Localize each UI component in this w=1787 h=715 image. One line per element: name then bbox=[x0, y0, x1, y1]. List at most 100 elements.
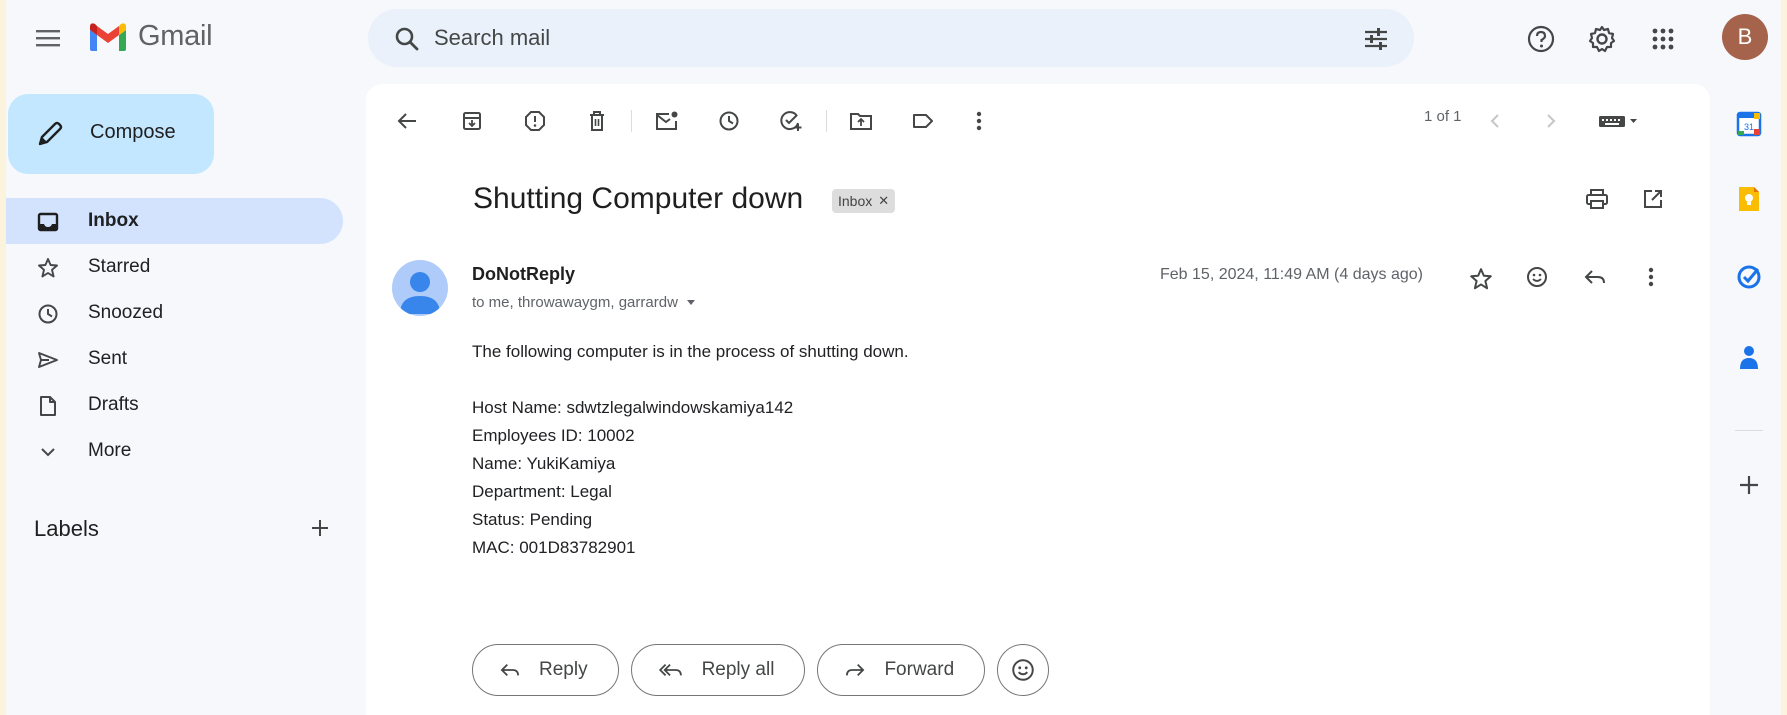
clock-icon bbox=[719, 111, 739, 131]
chevron-right-icon bbox=[1547, 114, 1556, 128]
trash-icon bbox=[590, 111, 604, 131]
top-bar: Gmail Search mail B bbox=[6, 0, 1781, 78]
react-button[interactable] bbox=[997, 644, 1050, 696]
chevron-left-icon bbox=[1490, 114, 1499, 128]
add-reaction-button[interactable] bbox=[1520, 260, 1554, 294]
reply-icon bbox=[500, 663, 519, 677]
forward-label: Forward bbox=[884, 659, 955, 680]
caret-down-icon bbox=[686, 299, 695, 305]
body-line: Name: YukiKamiya bbox=[472, 454, 616, 473]
get-addons-button[interactable] bbox=[1734, 470, 1764, 500]
reply-icon bbox=[1584, 270, 1605, 284]
folder-move-icon bbox=[850, 113, 872, 130]
inbox-label-chip[interactable]: Inbox ✕ bbox=[832, 189, 896, 213]
toolbar-divider bbox=[631, 110, 632, 132]
message-more-button[interactable] bbox=[1634, 260, 1668, 294]
star-icon bbox=[36, 256, 60, 280]
reply-all-label: Reply all bbox=[701, 659, 775, 680]
sidebar-item-label: More bbox=[88, 440, 132, 461]
older-button[interactable] bbox=[1534, 104, 1568, 138]
hamburger-icon bbox=[36, 30, 60, 47]
emoji-icon bbox=[1012, 659, 1034, 681]
remove-label-icon[interactable]: ✕ bbox=[878, 193, 889, 209]
emoji-icon bbox=[1527, 267, 1547, 287]
compose-label: Compose bbox=[90, 121, 176, 143]
side-panel-divider bbox=[1735, 430, 1763, 431]
sidebar-item-starred[interactable]: Starred bbox=[6, 244, 346, 290]
gmail-m-icon bbox=[90, 22, 126, 51]
more-vert-icon bbox=[976, 111, 982, 131]
message-date: Feb 15, 2024, 11:49 AM (4 days ago) bbox=[1160, 266, 1423, 283]
archive-button[interactable] bbox=[455, 104, 489, 138]
sidebar-item-snoozed[interactable]: Snoozed bbox=[6, 290, 346, 336]
inbox-icon bbox=[36, 210, 60, 234]
archive-icon bbox=[463, 112, 481, 130]
keep-icon bbox=[1739, 187, 1759, 211]
account-avatar[interactable]: B bbox=[1722, 14, 1768, 60]
back-button[interactable] bbox=[390, 104, 424, 138]
sidebar-item-label: Inbox bbox=[88, 210, 139, 231]
recipient-details-toggle[interactable]: to me, throwawaygm, garrardw bbox=[472, 294, 696, 311]
contacts-icon bbox=[1740, 346, 1758, 369]
reply-icon-button[interactable] bbox=[1578, 260, 1612, 294]
more-options-button[interactable] bbox=[962, 104, 996, 138]
apps-grid-icon bbox=[1652, 28, 1674, 50]
contacts-app-button[interactable] bbox=[1734, 342, 1764, 372]
settings-button[interactable] bbox=[1585, 22, 1619, 56]
sender-avatar[interactable] bbox=[392, 260, 448, 316]
search-icon[interactable] bbox=[394, 26, 420, 52]
recipients-text: to me, throwawaygm, garrardw bbox=[472, 294, 678, 311]
snooze-button[interactable] bbox=[712, 104, 746, 138]
body-line: The following computer is in the process… bbox=[472, 342, 909, 361]
label-icon bbox=[913, 114, 933, 128]
body-line: Department: Legal bbox=[472, 482, 612, 501]
star-button[interactable] bbox=[1464, 262, 1498, 296]
mark-unread-button[interactable] bbox=[650, 104, 684, 138]
sidebar-item-label: Drafts bbox=[88, 394, 139, 415]
body-line: Status: Pending bbox=[472, 510, 593, 529]
toolbar-divider bbox=[826, 110, 827, 132]
sidebar-item-label: Starred bbox=[88, 256, 151, 277]
add-to-tasks-button[interactable] bbox=[774, 104, 808, 138]
calendar-app-button[interactable]: 31 bbox=[1734, 109, 1764, 139]
sidebar-item-sent[interactable]: Sent bbox=[6, 336, 346, 382]
move-to-button[interactable] bbox=[844, 104, 878, 138]
forward-button[interactable]: Forward bbox=[817, 644, 986, 696]
gear-icon bbox=[1588, 25, 1616, 53]
sidebar-nav: Inbox Starred Snoozed Sent Drafts More bbox=[6, 198, 346, 474]
body-line: Employees ID: 10002 bbox=[472, 426, 635, 445]
search-bar bbox=[368, 9, 1414, 67]
newer-button[interactable] bbox=[1478, 104, 1512, 138]
support-button[interactable] bbox=[1524, 22, 1558, 56]
search-options-icon[interactable] bbox=[1362, 26, 1390, 52]
sender-name[interactable]: DoNotReply bbox=[472, 264, 575, 285]
create-label-button[interactable] bbox=[306, 514, 334, 542]
sidebar-item-label: Sent bbox=[88, 348, 128, 369]
gmail-logo[interactable]: Gmail bbox=[88, 20, 213, 53]
mark-unread-icon bbox=[656, 111, 678, 130]
tasks-icon bbox=[1737, 265, 1761, 289]
print-icon bbox=[1586, 189, 1608, 209]
send-icon bbox=[36, 348, 60, 372]
tasks-app-button[interactable] bbox=[1734, 262, 1764, 292]
sidebar-item-more[interactable]: More bbox=[6, 428, 346, 474]
sidebar-item-inbox[interactable]: Inbox bbox=[6, 198, 343, 244]
main-menu-button[interactable] bbox=[28, 22, 68, 54]
reply-all-button[interactable]: Reply all bbox=[630, 644, 806, 696]
search-input[interactable] bbox=[434, 19, 1314, 57]
report-spam-button[interactable] bbox=[518, 104, 552, 138]
labels-button[interactable] bbox=[906, 104, 940, 138]
delete-button[interactable] bbox=[580, 104, 614, 138]
print-button[interactable] bbox=[1580, 182, 1614, 216]
help-icon bbox=[1527, 25, 1555, 53]
label-chip-text: Inbox bbox=[838, 193, 873, 209]
sidebar-item-drafts[interactable]: Drafts bbox=[6, 382, 346, 428]
message-view: 1 of 1 Shutting Computer down Inbox ✕ Do… bbox=[366, 84, 1710, 715]
plus-icon bbox=[1740, 476, 1758, 494]
open-new-window-button[interactable] bbox=[1636, 182, 1670, 216]
apps-button[interactable] bbox=[1646, 22, 1680, 56]
keep-app-button[interactable] bbox=[1734, 184, 1764, 214]
compose-button[interactable]: Compose bbox=[8, 94, 214, 174]
reply-button[interactable]: Reply bbox=[472, 644, 619, 696]
input-tools-button[interactable] bbox=[1594, 104, 1644, 138]
